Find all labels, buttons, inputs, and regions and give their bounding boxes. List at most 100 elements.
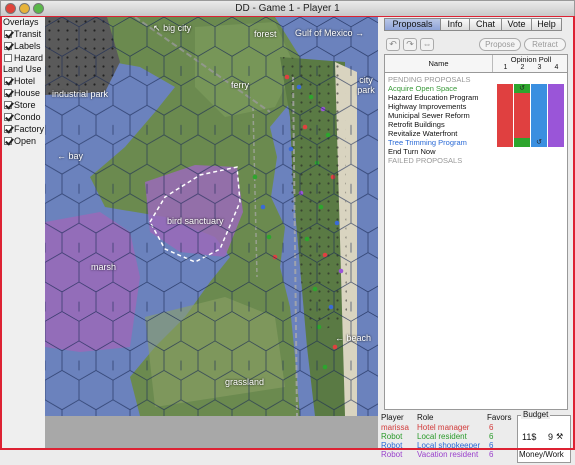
poll-cell [548, 138, 565, 147]
poll-cell [531, 93, 548, 102]
checkbox[interactable] [4, 77, 12, 85]
poll-cell [548, 102, 565, 111]
player-name: Robot [381, 441, 403, 450]
undo-icon[interactable]: ↶ [386, 38, 400, 51]
failed-header: FAILED PROPOSALS [388, 156, 463, 165]
proposal-row[interactable]: End Turn Now [388, 147, 436, 156]
tab-vote[interactable]: Vote [501, 18, 532, 31]
proposal-toolbar: ↶ ↷ ⇔ Propose Retract [384, 37, 568, 53]
poll-cell [531, 120, 548, 129]
checkbox-label: Hazard [14, 53, 44, 63]
opinion-poll-row [497, 102, 565, 111]
overlay-transit-toggle[interactable]: Transit [2, 28, 45, 40]
overlays-title: Overlays [3, 17, 39, 27]
map-label-city-park: city park [357, 75, 375, 95]
checkbox[interactable] [4, 125, 12, 133]
checkbox[interactable] [4, 89, 12, 97]
budget-footer: Money/Work [519, 450, 564, 459]
tab-info[interactable]: Info [440, 18, 470, 31]
poll-column-numbers: 1 2 3 4 [497, 64, 565, 72]
overlay-hazard-toggle[interactable]: Hazard [2, 52, 45, 64]
minimize-window-icon[interactable] [19, 3, 30, 14]
checkbox-label: Store [14, 100, 36, 110]
landuse-house-toggle[interactable]: House [2, 87, 45, 99]
arrow-icon: ↖ [153, 23, 161, 33]
tab-proposals[interactable]: Proposals [384, 18, 441, 31]
control-panel: Proposals Info Chat Vote Help ↶ ↷ ⇔ Prop… [379, 17, 573, 463]
land-use-title: Land Use [3, 64, 42, 74]
budget-title: Budget [521, 410, 551, 419]
checkbox[interactable] [4, 30, 12, 38]
opinion-poll-row: ↺ [497, 138, 565, 147]
checkbox[interactable] [4, 113, 12, 121]
proposal-row[interactable]: Highway Improvements [388, 102, 466, 111]
label-text: bay [68, 151, 84, 161]
close-window-icon[interactable] [5, 3, 16, 14]
player-role: Hotel manager [417, 423, 470, 432]
game-map[interactable]: ↖ big city forest Gulf of Mexico → indus… [45, 17, 378, 416]
poll-col-3: 3 [537, 64, 542, 71]
proposal-row[interactable]: Tree Trimming Program [388, 138, 467, 147]
tab-help[interactable]: Help [531, 18, 562, 31]
label-text: Gulf of Mexico [295, 28, 353, 38]
landuse-hotel-toggle[interactable]: Hotel [2, 75, 45, 87]
poll-cell [514, 93, 531, 102]
poll-cell [548, 111, 565, 120]
landuse-condo-toggle[interactable]: Condo [2, 111, 45, 123]
opinion-poll-row [497, 111, 565, 120]
poll-cell [497, 111, 514, 120]
poll-cell [514, 102, 531, 111]
arrow-icon: → [355, 28, 365, 38]
checkbox[interactable] [4, 101, 12, 109]
layer-panel: Overlays Transit Labels Hazard Land Use … [2, 17, 45, 448]
map-label-forest: forest [254, 29, 277, 39]
proposals-table: Name Opinion Poll 1 2 3 4 PENDING PROPOS… [384, 54, 568, 410]
redo-icon[interactable]: ↷ [403, 38, 417, 51]
label-text: beach [346, 333, 372, 343]
player-favors: 6 [489, 441, 494, 450]
overlay-labels-toggle[interactable]: Labels [2, 40, 45, 52]
poll-col-1: 1 [503, 64, 508, 71]
landuse-factory-toggle[interactable]: Factory [2, 123, 45, 135]
landuse-store-toggle[interactable]: Store [2, 99, 45, 111]
player-name: Robot [381, 450, 403, 459]
proposal-row[interactable]: Retrofit Buildings [388, 120, 445, 129]
player-role: Vacation resident [417, 450, 479, 459]
poll-cell [531, 111, 548, 120]
proposal-row[interactable]: Revitalize Waterfront [388, 129, 457, 138]
checkbox-label: Transit [14, 29, 42, 39]
col-name-header: Name [385, 55, 493, 72]
split-icon[interactable]: ⇔ [420, 38, 434, 51]
checkbox[interactable] [4, 54, 12, 62]
player-role: Local shopkeeper [417, 441, 481, 450]
checkbox-label: Open [14, 136, 37, 146]
role-col-header: Role [417, 413, 434, 422]
proposal-row[interactable]: Acquire Open Space [388, 84, 457, 93]
favors-col-header: Favors [487, 413, 512, 422]
hammer-icon: ⚒ [556, 432, 564, 441]
poll-cell [497, 102, 514, 111]
tab-chat[interactable]: Chat [469, 18, 502, 31]
map-label-grassland: grassland [225, 377, 265, 387]
checkbox-label: Factory [14, 124, 45, 134]
zoom-window-icon[interactable] [33, 3, 44, 14]
poll-cell [548, 129, 565, 138]
poll-cell [514, 129, 531, 138]
proposal-row[interactable]: Hazard Education Program [388, 93, 478, 102]
checkbox[interactable] [4, 137, 12, 145]
poll-cell [531, 84, 548, 93]
poll-cell: ↺ [514, 84, 531, 93]
retract-button[interactable]: Retract [524, 38, 566, 51]
poll-cell [497, 129, 514, 138]
map-label-industrial-park: industrial park [52, 89, 109, 99]
landuse-open-toggle[interactable]: Open [2, 135, 45, 147]
map-label-bird-sanctuary: bird sanctuary [167, 216, 224, 226]
player-name: Robot [381, 432, 403, 441]
budget-box: Budget 11$ 9 ⚒ Money/Work [517, 410, 571, 463]
tab-bar: Proposals Info Chat Vote Help [384, 18, 562, 31]
pending-header: PENDING PROPOSALS [388, 75, 471, 84]
players-table: Player Role Favors marissa Hotel manager… [379, 413, 514, 465]
checkbox[interactable] [4, 42, 12, 50]
propose-button[interactable]: Propose [479, 38, 521, 51]
proposal-row[interactable]: Municipal Sewer Reform [388, 111, 470, 120]
